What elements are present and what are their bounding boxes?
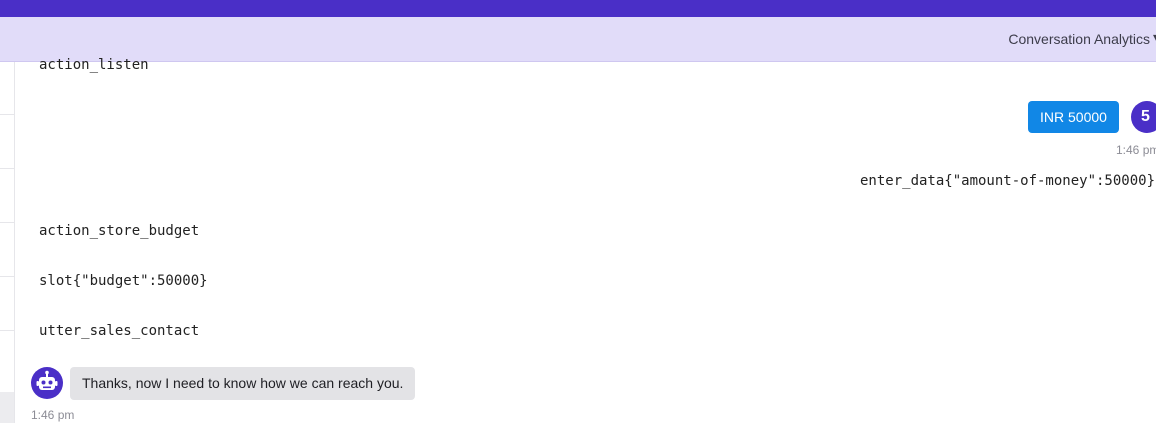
sidebar-divider (0, 114, 14, 115)
sidebar-divider (0, 222, 14, 223)
slot-event: slot{"budget":50000} (39, 273, 208, 289)
robot-icon (36, 370, 58, 390)
intent-event: enter_data{"amount-of-money":50000} (860, 173, 1156, 189)
sidebar-divider (0, 330, 14, 331)
sidebar-item-selected[interactable] (0, 392, 14, 423)
left-sidebar (0, 62, 15, 423)
bot-avatar (31, 367, 63, 399)
action-event: utter_sales_contact (39, 323, 200, 339)
sidebar-divider (0, 168, 14, 169)
conversation-analytics-menu[interactable]: Conversation Analytics (1008, 31, 1150, 47)
user-message-time: 1:46 pm (1116, 143, 1156, 157)
sidebar-divider (0, 276, 14, 277)
user-avatar: 5 (1131, 101, 1156, 133)
bot-message-time: 1:46 pm (31, 408, 75, 422)
header-bar: Conversation Analytics ▾ (0, 17, 1156, 62)
bot-message-bubble: Thanks, now I need to know how we can re… (70, 367, 416, 400)
action-event: action_listen (39, 57, 149, 73)
top-bar (0, 0, 1156, 17)
user-message-bubble: INR 50000 (1028, 101, 1119, 133)
action-event: action_store_budget (39, 223, 200, 239)
chat-page: Conversation Analytics ▾ action_listen I… (0, 0, 1156, 423)
